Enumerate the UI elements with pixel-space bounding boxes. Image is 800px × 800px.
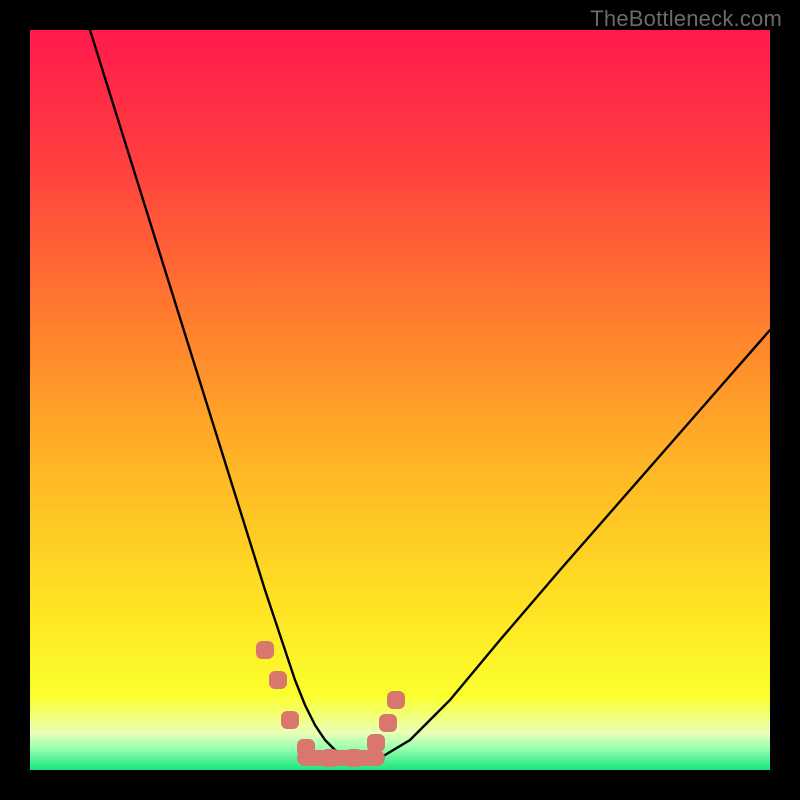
marker-point [367, 734, 385, 752]
marker-point [345, 749, 363, 767]
chart-frame: TheBottleneck.com [0, 0, 800, 800]
highlight-markers [256, 641, 405, 767]
marker-point [321, 749, 339, 767]
marker-point [387, 691, 405, 709]
bottleneck-curve [90, 30, 770, 762]
marker-point [379, 714, 397, 732]
marker-point [281, 711, 299, 729]
plot-area [30, 30, 770, 770]
watermark-text: TheBottleneck.com [590, 6, 782, 32]
marker-point [256, 641, 274, 659]
marker-point [297, 739, 315, 757]
chart-svg [30, 30, 770, 770]
marker-point [269, 671, 287, 689]
